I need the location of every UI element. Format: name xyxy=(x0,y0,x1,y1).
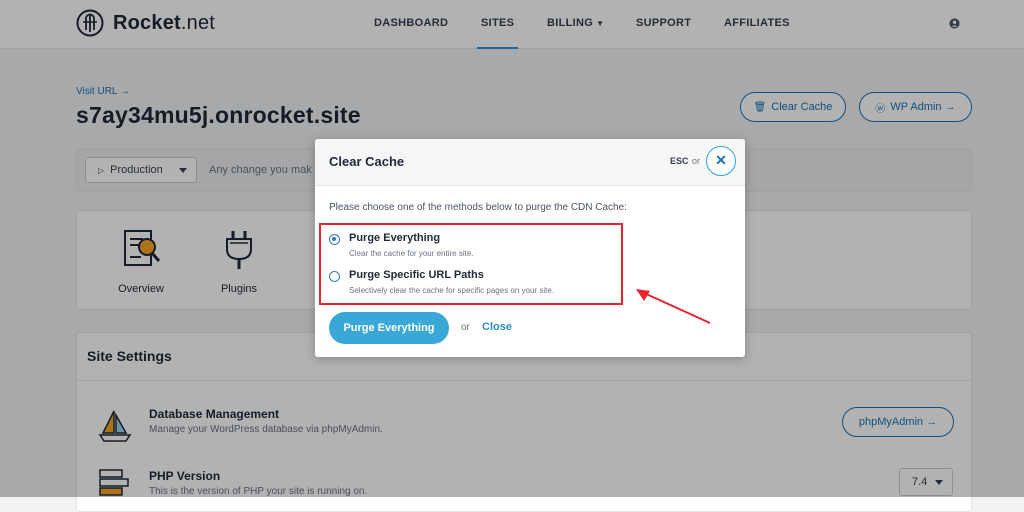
modal-title: Clear Cache xyxy=(329,154,405,169)
radio-purge-specific-urls[interactable] xyxy=(329,271,340,282)
modal-prompt: Please choose one of the methods below t… xyxy=(329,202,627,213)
option-purge-everything[interactable]: Purge Everything Clear the cache for you… xyxy=(329,232,629,262)
purge-everything-button[interactable]: Purge Everything xyxy=(329,312,449,344)
esc-hint: ESC xyxy=(670,156,689,166)
annotation-arrow-icon xyxy=(636,289,711,324)
modal-header: Clear Cache ESC or ✕ xyxy=(315,139,745,186)
or-text: or xyxy=(461,322,470,333)
option-purge-specific-urls[interactable]: Purge Specific URL Paths Selectively cle… xyxy=(329,269,629,299)
radio-purge-everything[interactable] xyxy=(329,234,340,245)
close-link[interactable]: Close xyxy=(482,321,512,333)
close-icon[interactable]: ✕ xyxy=(706,146,736,176)
or-text: or xyxy=(692,156,701,166)
